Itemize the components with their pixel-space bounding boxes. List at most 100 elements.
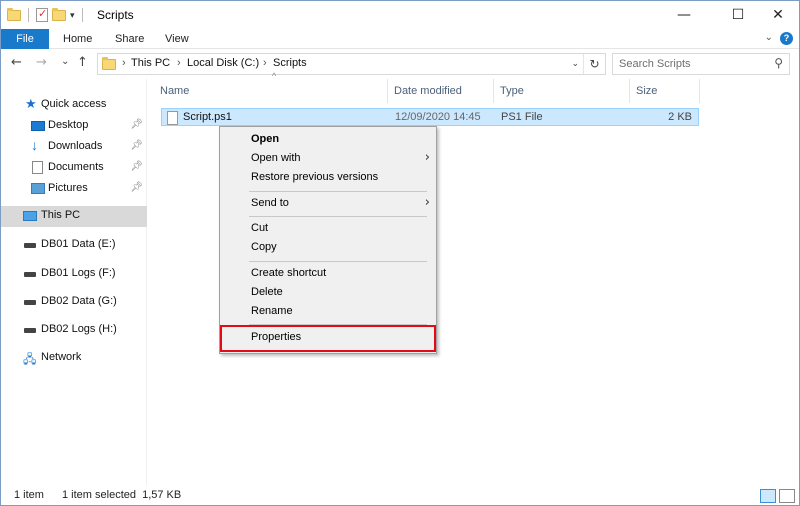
menu-item-copy[interactable]: Copy (222, 238, 434, 257)
menu-item-cut[interactable]: Cut (222, 219, 434, 238)
help-icon[interactable]: ? (780, 32, 793, 45)
minimize-button[interactable]: — (661, 1, 707, 29)
item-count: 1 item (14, 489, 44, 501)
recent-locations-button[interactable]: ⌄ (61, 56, 69, 67)
explorer-window: ▾ Scripts — ☐ ✕ File Home Share View ⌄ ?… (0, 0, 800, 506)
menu-item-label: Rename (251, 305, 293, 317)
menu-item-create-shortcut[interactable]: Create shortcut (222, 264, 434, 283)
navigation-pane: ★ Quick access Desktop 📌︎ ↓ Downloads 📌︎… (1, 79, 147, 485)
sidebar-item-pictures[interactable]: Pictures 📌︎ (1, 179, 147, 200)
computer-icon (23, 211, 37, 221)
sidebar-item-downloads[interactable]: ↓ Downloads 📌︎ (1, 137, 147, 158)
menu-item-label: Send to (251, 197, 289, 209)
expand-ribbon-icon[interactable]: ⌄ (765, 32, 773, 43)
large-icons-view-button[interactable] (779, 489, 795, 503)
sidebar-item-label: Network (41, 351, 82, 363)
breadcrumb-this-pc[interactable]: This PC (131, 57, 170, 69)
menu-item-send-to[interactable]: Send to › (222, 194, 434, 213)
pictures-icon (31, 183, 45, 194)
navigation-bar: ← → ⌄ ↑ › This PC › Local Disk (C:) › Sc… (1, 49, 799, 79)
properties-icon[interactable] (36, 7, 48, 22)
sidebar-item-drive-h[interactable]: DB02 Logs (H:) (1, 320, 147, 341)
address-history-dropdown-icon[interactable]: ⌄ (571, 58, 579, 69)
folder-icon (102, 57, 116, 70)
column-header-size[interactable]: Size (630, 79, 700, 103)
column-header-date-modified[interactable]: Date modified (388, 79, 494, 103)
sidebar-item-network[interactable]: 🖧︎ Network (1, 348, 147, 369)
column-header-type[interactable]: Type (494, 79, 630, 103)
window-title: Scripts (97, 8, 134, 22)
tab-view[interactable]: View (155, 29, 199, 49)
menu-item-open-with[interactable]: Open with › (222, 149, 434, 168)
folder-icon (7, 7, 21, 21)
sidebar-item-desktop[interactable]: Desktop 📌︎ (1, 116, 147, 137)
sidebar-item-label: Documents (48, 161, 104, 173)
tab-file[interactable]: File (1, 29, 49, 49)
drive-icon (24, 300, 36, 305)
back-button[interactable]: ← (11, 55, 22, 70)
search-icon[interactable]: ⚲ (774, 56, 783, 70)
breadcrumb-scripts[interactable]: Scripts (273, 57, 307, 69)
breadcrumb-local-disk[interactable]: Local Disk (C:) (187, 57, 259, 69)
menu-item-restore-previous-versions[interactable]: Restore previous versions (222, 168, 434, 187)
search-box[interactable]: ⚲ (612, 53, 790, 75)
desktop-icon (31, 121, 45, 131)
sidebar-item-label: DB02 Data (G:) (41, 295, 117, 307)
table-row[interactable]: Script.ps1 12/09/2020 14:45 PS1 File 2 K… (161, 108, 699, 126)
up-button[interactable]: ↑ (77, 55, 88, 70)
refresh-button[interactable]: ↻ (583, 54, 605, 74)
sidebar-item-label: Desktop (48, 119, 89, 131)
column-header-name[interactable]: Name (154, 79, 388, 103)
script-file-icon (167, 111, 178, 125)
menu-item-label: Create shortcut (251, 267, 327, 279)
sidebar-item-label: DB01 Logs (F:) (41, 267, 116, 279)
menu-item-label: Restore previous versions (251, 171, 379, 183)
menu-item-label: Cut (251, 222, 269, 234)
sidebar-item-drive-e[interactable]: DB01 Data (E:) (1, 235, 147, 256)
download-arrow-icon: ↓ (31, 137, 38, 153)
sidebar-item-label: This PC (41, 209, 81, 221)
file-size: 2 KB (668, 111, 692, 123)
drive-icon (24, 243, 36, 248)
sidebar-item-drive-g[interactable]: DB02 Data (G:) (1, 292, 147, 313)
file-type: PS1 File (501, 111, 543, 123)
breadcrumb-separator[interactable]: › (263, 57, 267, 69)
address-bar[interactable]: › This PC › Local Disk (C:) › Scripts ⌄ … (97, 53, 606, 75)
sidebar-item-quick-access[interactable]: ★ Quick access (1, 95, 147, 116)
search-input[interactable] (619, 57, 764, 71)
breadcrumb-separator[interactable]: › (122, 57, 126, 69)
file-name: Script.ps1 (183, 111, 232, 123)
status-bar: 1 item 1 item selected 1,57 KB (1, 485, 799, 505)
close-button[interactable]: ✕ (755, 1, 799, 29)
menu-divider (249, 216, 427, 217)
menu-divider (249, 191, 427, 192)
star-icon: ★ (25, 96, 37, 111)
sidebar-item-label: Quick access (41, 98, 107, 110)
tab-home[interactable]: Home (53, 29, 102, 49)
drive-icon (24, 272, 36, 277)
selection-info: 1 item selected 1,57 KB (62, 489, 182, 501)
toolbar-divider (81, 8, 83, 22)
network-icon: 🖧︎ (23, 352, 37, 366)
drive-icon (24, 328, 36, 333)
menu-divider (249, 261, 427, 262)
menu-item-label: Open with (251, 152, 301, 164)
pin-icon: 📌︎ (130, 140, 143, 151)
sidebar-item-documents[interactable]: Documents 📌︎ (1, 158, 147, 179)
menu-item-delete[interactable]: Delete (222, 283, 434, 302)
menu-item-rename[interactable]: Rename (222, 302, 434, 321)
breadcrumb-separator[interactable]: › (177, 57, 181, 69)
sidebar-item-this-pc[interactable]: This PC (1, 206, 147, 227)
submenu-arrow-icon: › (424, 195, 430, 210)
new-folder-icon[interactable] (52, 7, 66, 21)
tab-share[interactable]: Share (105, 29, 154, 49)
forward-button[interactable]: → (36, 55, 47, 70)
sidebar-item-label: DB02 Logs (H:) (41, 323, 117, 335)
customize-toolbar-icon[interactable]: ▾ (70, 10, 75, 21)
sidebar-item-label: Downloads (48, 140, 103, 152)
sidebar-item-drive-f[interactable]: DB01 Logs (F:) (1, 264, 147, 285)
menu-item-open[interactable]: Open (222, 130, 434, 149)
details-view-button[interactable] (760, 489, 776, 503)
toolbar-divider (28, 8, 29, 22)
title-bar: ▾ Scripts — ☐ ✕ (1, 1, 799, 29)
